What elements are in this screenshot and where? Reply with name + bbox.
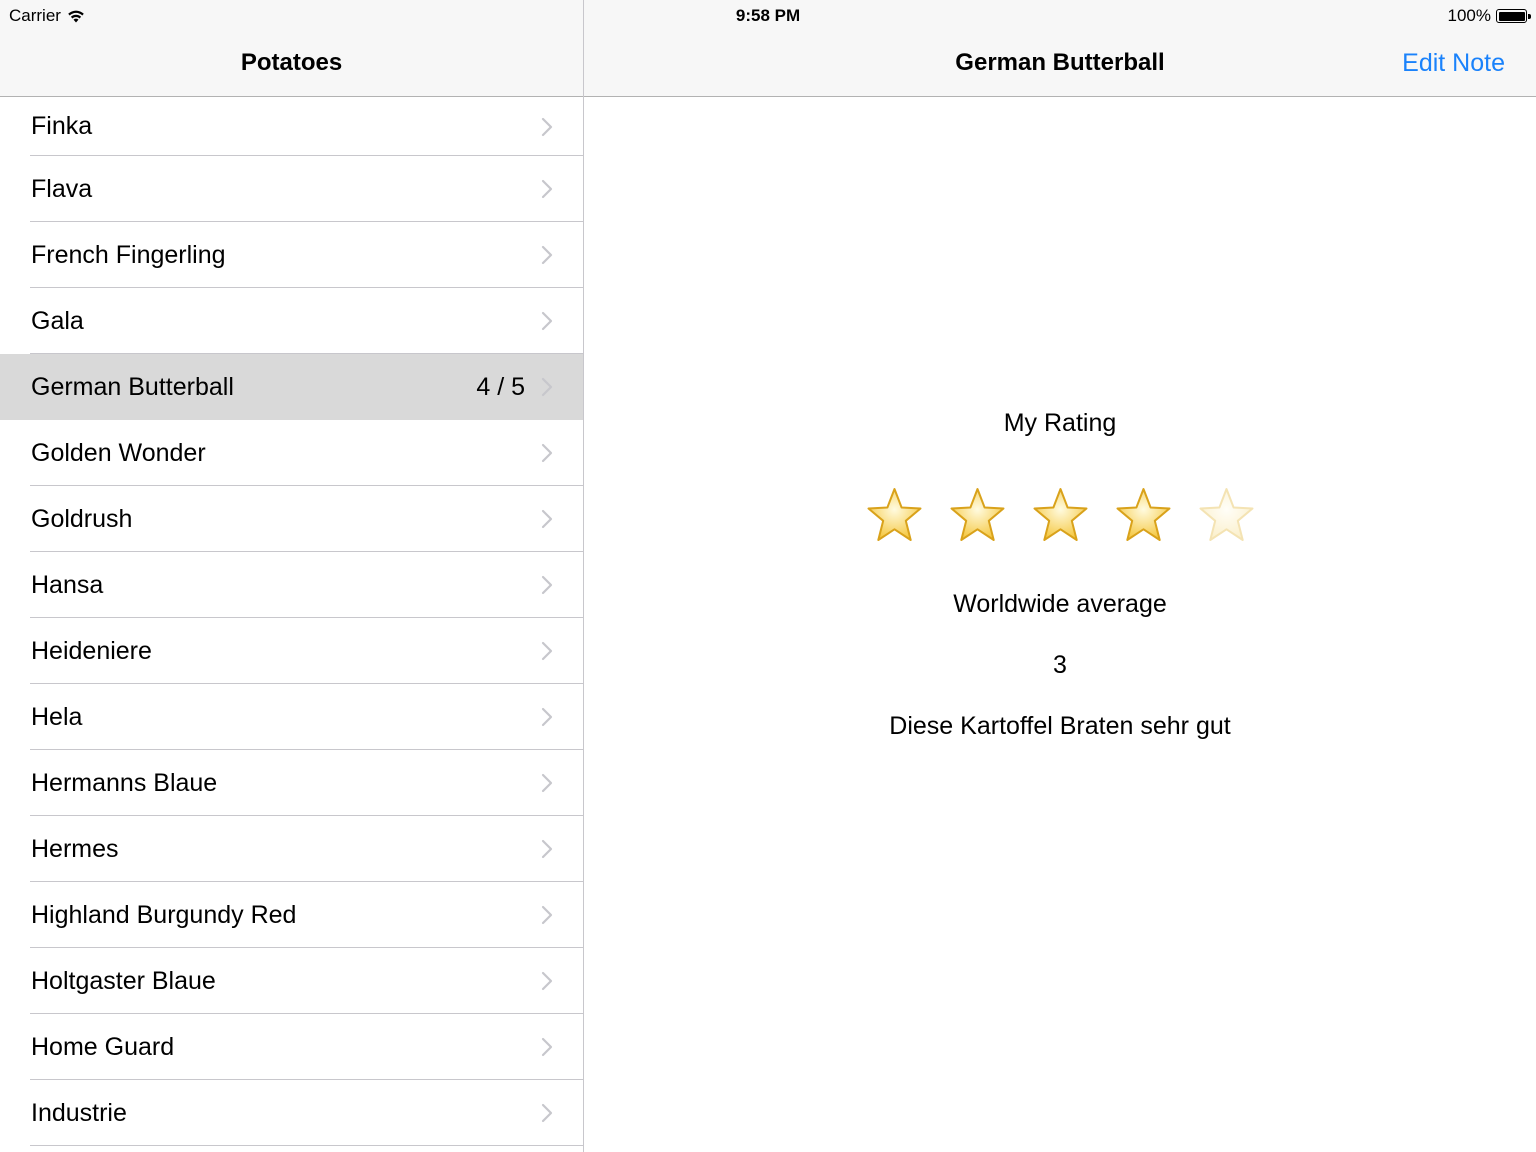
list-item[interactable]: Heideniere xyxy=(0,618,583,684)
list-item[interactable]: Industrie xyxy=(0,1080,583,1146)
chevron-right-icon xyxy=(541,245,553,265)
my-rating-label: My Rating xyxy=(1003,409,1117,437)
battery-icon xyxy=(1496,9,1531,23)
star-filled-icon[interactable] xyxy=(1116,486,1171,544)
list-item-label: Goldrush xyxy=(31,504,133,533)
list-item-label: Finka xyxy=(31,112,93,140)
star-filled-icon[interactable] xyxy=(867,486,922,544)
list-item[interactable]: Goldrush xyxy=(0,486,583,552)
chevron-right-icon xyxy=(541,905,553,925)
list-item[interactable]: Hermes xyxy=(0,816,583,882)
chevron-right-icon xyxy=(541,839,553,859)
list-item-label: Flava xyxy=(31,174,93,203)
chevron-right-icon xyxy=(541,1037,553,1057)
master-title: Potatoes xyxy=(240,49,343,76)
list-item-label: Hermanns Blaue xyxy=(31,768,218,797)
list-item-label: Hermes xyxy=(31,834,119,863)
battery-percent: 100% xyxy=(1447,6,1491,25)
list-item-label: Hansa xyxy=(31,570,104,599)
status-time: 9:58 PM xyxy=(735,6,801,25)
chevron-right-icon xyxy=(541,971,553,991)
list-item-label: Golden Wonder xyxy=(31,438,206,467)
list-item-label: Hela xyxy=(31,702,83,731)
list-item[interactable]: Finka xyxy=(0,97,583,156)
chevron-right-icon xyxy=(541,707,553,727)
detail-title: German Butterball xyxy=(955,49,1165,76)
list-item[interactable]: German Butterball 4 / 5 xyxy=(0,354,583,420)
row-separator xyxy=(30,1145,583,1146)
chevron-right-icon xyxy=(541,575,553,595)
list-item-label: Highland Burgundy Red xyxy=(31,900,297,929)
star-filled-icon[interactable] xyxy=(950,486,1005,544)
star-empty-icon[interactable] xyxy=(1199,486,1254,544)
list-item-label: Gala xyxy=(31,306,84,335)
list-item-label: Home Guard xyxy=(31,1032,175,1061)
list-item[interactable]: Hermanns Blaue xyxy=(0,750,583,816)
chevron-right-icon xyxy=(541,641,553,661)
edit-note-button[interactable]: Edit Note xyxy=(1402,48,1505,78)
list-item[interactable]: Hansa xyxy=(0,552,583,618)
battery-indicator: 100% xyxy=(1447,6,1531,26)
list-item[interactable]: Home Guard xyxy=(0,1014,583,1080)
status-bar: Carrier 9:58 PM 100% xyxy=(0,0,1536,32)
chevron-right-icon xyxy=(541,179,553,199)
list-item-label: French Fingerling xyxy=(31,240,226,269)
chevron-right-icon xyxy=(541,773,553,793)
chevron-right-icon xyxy=(541,443,553,463)
list-item-label: Industrie xyxy=(31,1098,127,1127)
chevron-right-icon xyxy=(541,117,553,136)
list-item[interactable]: Flava xyxy=(0,156,583,222)
potato-list[interactable]: Finka Flava French Fingerling Gala German Bu… xyxy=(0,97,583,1146)
worldwide-average-value: 3 xyxy=(1053,651,1067,679)
list-item-label: German Butterball xyxy=(31,372,234,401)
list-item[interactable]: Holtgaster Blaue xyxy=(0,948,583,1014)
list-item[interactable]: Gala xyxy=(0,288,583,354)
list-item-label: Holtgaster Blaue xyxy=(31,966,216,995)
list-item[interactable]: French Fingerling xyxy=(0,222,583,288)
list-item-rating: 4 / 5 xyxy=(476,372,525,401)
chevron-right-icon xyxy=(541,509,553,529)
list-item[interactable]: Highland Burgundy Red xyxy=(0,882,583,948)
list-item[interactable]: Golden Wonder xyxy=(0,420,583,486)
list-item[interactable]: Hela xyxy=(0,684,583,750)
note-text: Diese Kartoffel Braten sehr gut xyxy=(889,712,1231,740)
chevron-right-icon xyxy=(541,377,553,397)
master-pane: Potatoes Finka Flava French Fingerling Gala… xyxy=(0,0,583,1152)
chevron-right-icon xyxy=(541,311,553,331)
detail-pane: German Butterball Edit Note My Rating Wo… xyxy=(584,0,1536,1152)
chevron-right-icon xyxy=(541,1103,553,1123)
list-item-label: Heideniere xyxy=(31,636,152,665)
star-filled-icon[interactable] xyxy=(1033,486,1088,544)
star-rating[interactable] xyxy=(584,486,1536,544)
worldwide-average-label: Worldwide average xyxy=(953,590,1167,618)
